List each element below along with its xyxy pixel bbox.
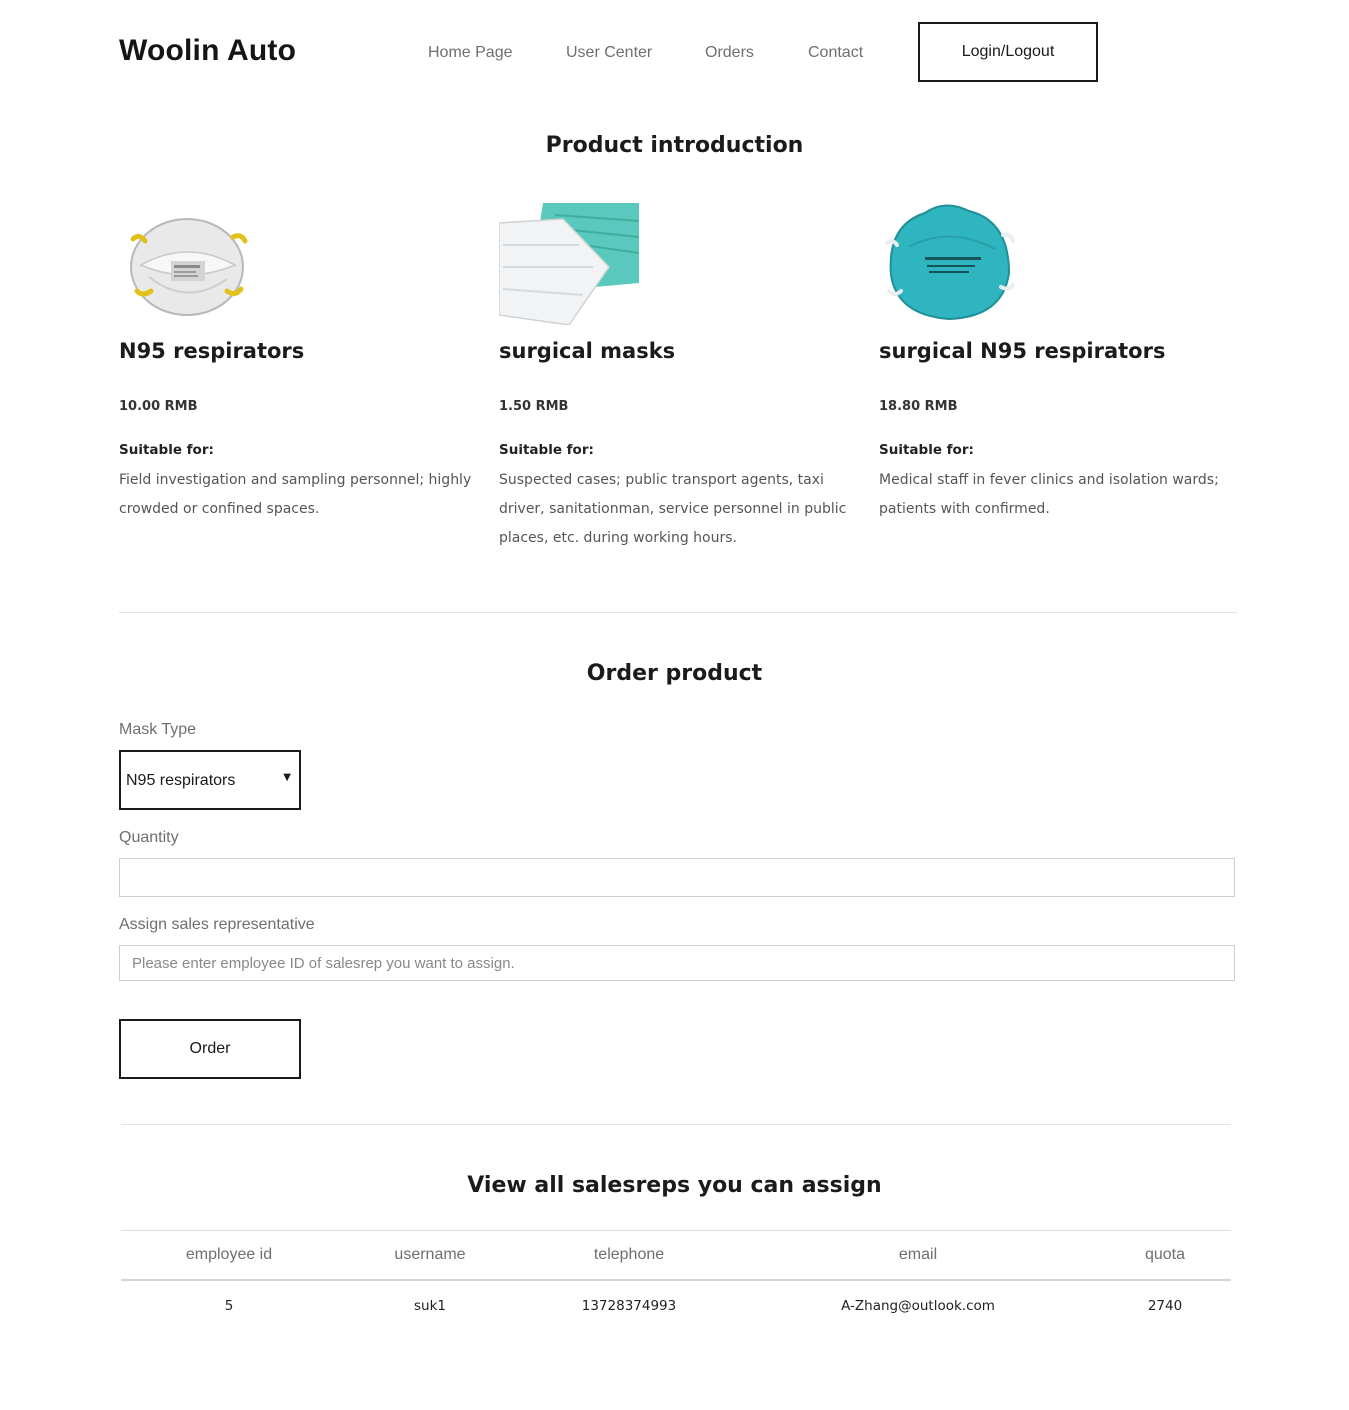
mask-type-selected-value: N95 respirators <box>126 772 236 789</box>
product-card-n95: N95 respirators 10.00 RMB Suitable for: … <box>119 195 479 524</box>
column-header-email: email <box>898 1246 938 1263</box>
table-top-border <box>121 1230 1231 1231</box>
salesrep-id-input[interactable] <box>119 945 1235 981</box>
section-divider <box>119 612 1237 613</box>
surgical-mask-image <box>499 195 639 325</box>
order-button[interactable]: Order <box>119 1019 301 1079</box>
surgical-n95-respirator-image <box>879 195 1019 325</box>
n95-respirator-image <box>119 195 259 325</box>
product-intro-title: Product introduction <box>545 133 804 158</box>
nav-home-page[interactable]: Home Page <box>428 44 513 62</box>
table-header-border <box>121 1279 1231 1281</box>
login-logout-button[interactable]: Login/Logout <box>918 22 1098 82</box>
product-card-surgical-n95: surgical N95 respirators 18.80 RMB Suita… <box>879 195 1239 524</box>
product-name: N95 respirators <box>119 339 305 363</box>
product-price: 18.80 RMB <box>879 399 958 414</box>
cell-telephone: 13728374993 <box>581 1298 677 1314</box>
column-header-telephone: telephone <box>593 1246 665 1263</box>
column-header-quota: quota <box>1144 1246 1186 1263</box>
cell-email: A-Zhang@outlook.com <box>841 1298 995 1314</box>
caret-down-icon: ▼ <box>283 772 291 783</box>
salesreps-title: View all salesreps you can assign <box>467 1173 882 1198</box>
cell-quota: 2740 <box>1147 1298 1183 1314</box>
salesrep-label: Assign sales representative <box>119 916 315 933</box>
suitable-for-label: Suitable for: <box>499 442 594 458</box>
suitable-for-text: Field investigation and sampling personn… <box>119 472 472 517</box>
nav-user-center[interactable]: User Center <box>566 44 652 62</box>
mask-type-label: Mask Type <box>119 721 197 738</box>
brand-logo[interactable]: Woolin Auto <box>119 34 296 68</box>
suitable-for-label: Suitable for: <box>879 442 974 458</box>
order-product-title: Order product <box>586 661 763 686</box>
product-price: 10.00 RMB <box>119 399 198 414</box>
column-header-employee-id: employee id <box>185 1246 273 1263</box>
cell-username: suk1 <box>414 1298 446 1314</box>
quantity-input[interactable] <box>119 858 1235 897</box>
nav-orders[interactable]: Orders <box>705 44 754 62</box>
nav-contact[interactable]: Contact <box>808 44 863 62</box>
product-card-surgical-masks: surgical masks 1.50 RMB Suitable for: Su… <box>499 195 859 553</box>
product-name: surgical masks <box>499 339 676 363</box>
quantity-label: Quantity <box>119 829 179 846</box>
cell-employee-id: 5 <box>224 1298 234 1314</box>
column-header-username: username <box>394 1246 466 1263</box>
product-price: 1.50 RMB <box>499 399 569 414</box>
suitable-for-label: Suitable for: <box>119 442 214 458</box>
site-header: Woolin Auto Home Page User Center Orders… <box>0 0 1349 110</box>
suitable-for-text: Medical staff in fever clinics and isola… <box>879 472 1219 517</box>
product-name: surgical N95 respirators <box>879 339 1166 363</box>
mask-type-select[interactable]: N95 respirators ▼ <box>119 750 301 810</box>
suitable-for-text: Suspected cases; public transport agents… <box>499 472 847 546</box>
section-divider <box>121 1124 1231 1125</box>
